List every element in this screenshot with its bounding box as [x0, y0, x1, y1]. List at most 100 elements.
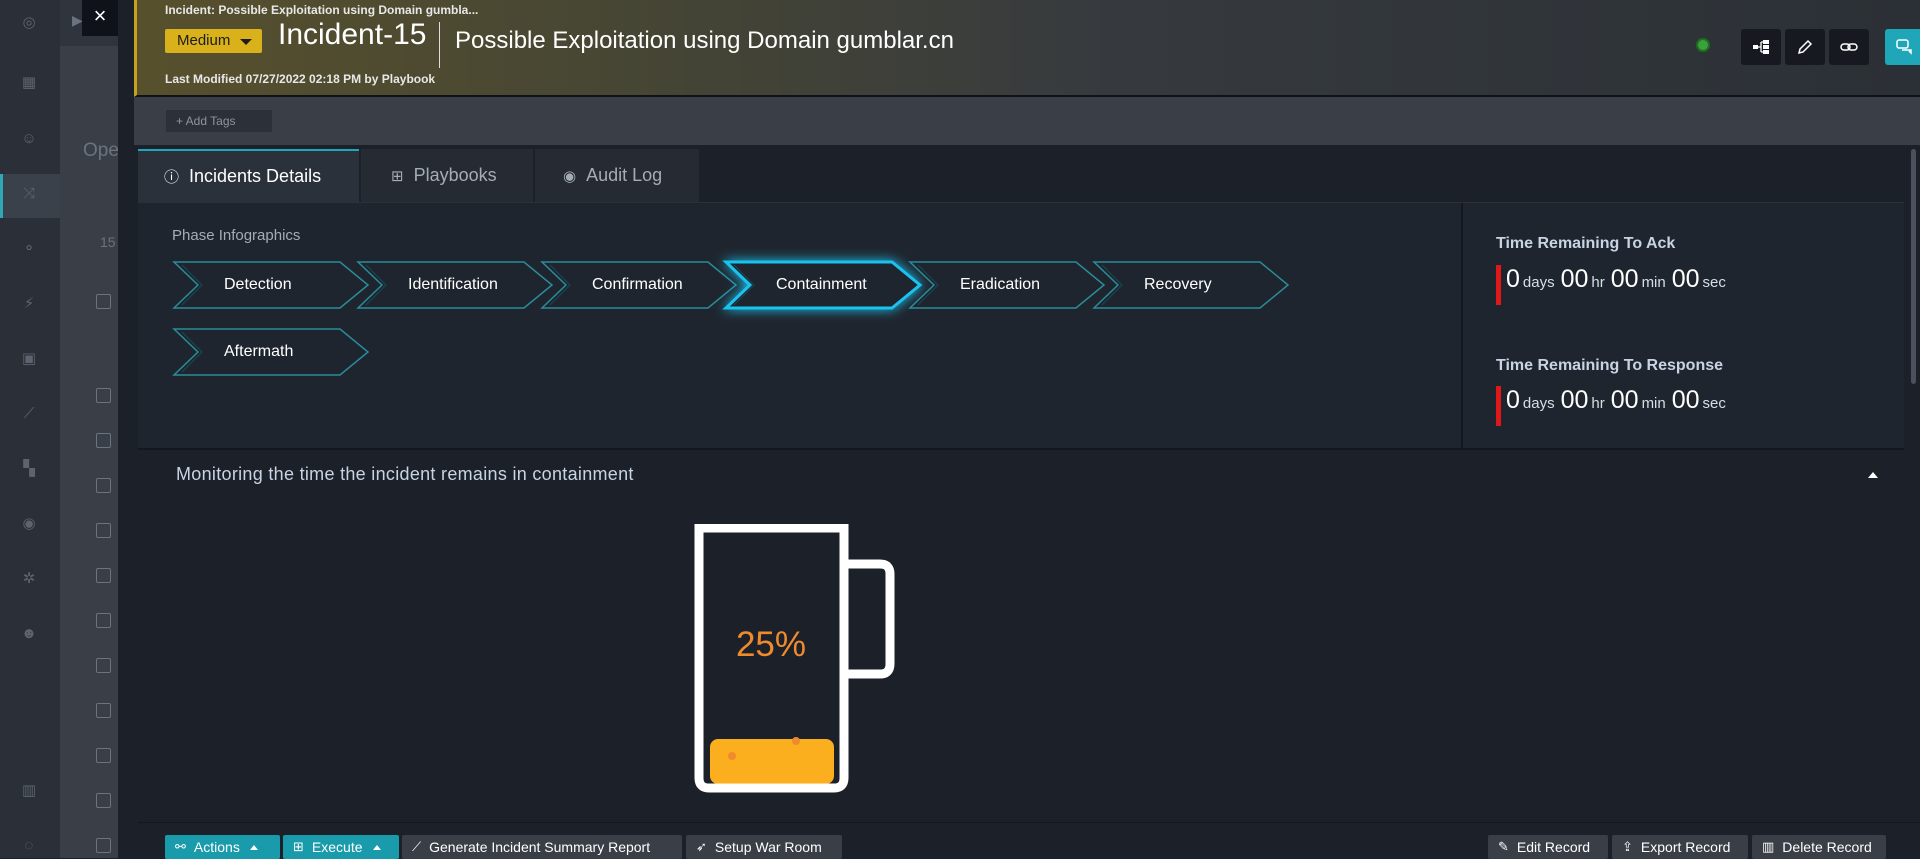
tab-label: Audit Log	[586, 165, 663, 185]
playbook-button[interactable]	[1741, 29, 1781, 65]
chart-icon: ⟋	[23, 405, 35, 422]
info-icon: ⓘ	[164, 169, 180, 186]
row-checkbox	[96, 478, 111, 493]
row-checkbox	[96, 658, 111, 673]
phase-containment[interactable]: Containment	[722, 259, 924, 311]
tab-audit-log[interactable]: ◉ Audit Log	[535, 149, 699, 202]
execute-button[interactable]: ⊞ Execute	[283, 835, 399, 859]
unit-days: days	[1522, 395, 1555, 412]
people-icon: ☻	[21, 625, 37, 642]
chevron-up-icon	[249, 844, 258, 850]
phase-infographics-label: Phase Infographics	[172, 227, 301, 244]
response-minutes: 00	[1610, 386, 1639, 414]
breadcrumb: Incident: Possible Exploitation using Do…	[165, 3, 479, 17]
severity-dropdown[interactable]: Medium	[165, 29, 263, 53]
phase-aftermath[interactable]: Aftermath	[172, 326, 372, 378]
incident-modal: Incident: Possible Exploitation using Do…	[118, 0, 1920, 859]
edit-icon: ✎	[1498, 839, 1509, 854]
phase-identification[interactable]: Identification	[356, 259, 556, 311]
background-sidebar: ◎ ▦ ☺ ⤨ ⚬ ⚡ ▣ ⟋ ▚ ◉ ✲ ☻ ▥ ◌	[0, 0, 60, 858]
row-checkbox	[96, 433, 111, 448]
sla-timers: Time Remaining To Ack 0 days 00 hr 00 min 0…	[1461, 203, 1906, 448]
widgets-icon: ▚	[23, 460, 35, 477]
row-checkbox	[96, 294, 111, 309]
phase-eradication[interactable]: Eradication	[908, 259, 1108, 311]
compass-icon: ◉	[22, 515, 36, 532]
row-checkbox	[96, 748, 111, 763]
phase-detection[interactable]: Detection	[172, 259, 372, 311]
unit-days: days	[1522, 274, 1555, 291]
chat-icon	[1896, 39, 1912, 55]
eye-icon: ◉	[563, 167, 577, 185]
response-days: 0	[1506, 386, 1520, 414]
last-modified: Last Modified 07/27/2022 02:18 PM by Pla…	[165, 72, 436, 86]
collaboration-button[interactable]	[1885, 29, 1920, 65]
phase-label: Confirmation	[592, 276, 683, 293]
containment-monitor: Monitoring the time the incident remains…	[138, 448, 1904, 824]
phase-label: Aftermath	[224, 343, 294, 360]
link-button[interactable]	[1829, 29, 1869, 65]
export-icon: ⇪	[1622, 839, 1633, 854]
response-timer-value: 0 days 00 hr 00 min 00 sec	[1496, 386, 1732, 426]
tab-bar: ⓘ Incidents Details ⊞ Playbooks ◉ Audit …	[138, 149, 1904, 203]
row-checkbox	[96, 613, 111, 628]
edit-button[interactable]	[1785, 29, 1825, 65]
row-checkbox	[96, 838, 111, 853]
bubble	[728, 752, 736, 760]
ack-timer-label: Time Remaining To Ack	[1496, 235, 1676, 252]
title-divider	[439, 22, 440, 68]
tab-label: Incidents Details	[189, 166, 322, 186]
status-indicator-icon	[1696, 38, 1710, 52]
incident-details-panel: Phase Infographics Detection Identificati…	[138, 203, 1904, 448]
actions-button[interactable]: ⚯ Actions	[165, 835, 280, 859]
edit-record-button[interactable]: ✎ Edit Record	[1488, 835, 1608, 859]
phase-label: Identification	[408, 276, 498, 293]
share-icon: ⚬	[22, 240, 36, 257]
generate-summary-report-button[interactable]: ⟋ Generate Incident Summary Report	[402, 835, 682, 859]
unit-sec: sec	[1702, 274, 1726, 291]
row-checkbox	[96, 793, 111, 808]
close-button[interactable]: ×	[82, 0, 118, 36]
trash-icon: ▥	[1762, 839, 1775, 854]
unit-min: min	[1641, 395, 1666, 412]
export-record-button[interactable]: ⇪ Export Record	[1612, 835, 1748, 859]
phase-confirmation[interactable]: Confirmation	[540, 259, 740, 311]
add-tags-button[interactable]: + Add Tags	[166, 110, 272, 132]
tab-incident-details[interactable]: ⓘ Incidents Details	[138, 149, 359, 202]
ack-timer-value: 0 days 00 hr 00 min 00 sec	[1496, 265, 1732, 305]
collapse-icon[interactable]	[1868, 472, 1878, 478]
containment-percent: 25%	[735, 625, 807, 664]
help-icon: ◌	[24, 837, 34, 854]
tab-playbooks[interactable]: ⊞ Playbooks	[361, 149, 533, 202]
phase-label: Containment	[776, 276, 867, 293]
tag-bar: + Add Tags	[134, 97, 1920, 145]
monitor-title: Monitoring the time the incident remains…	[176, 464, 634, 484]
severity-label: Medium	[177, 32, 231, 49]
setup-war-room-button[interactable]: ➶ Setup War Room	[686, 835, 842, 859]
shuffle-icon: ⤨	[22, 185, 35, 202]
response-seconds: 00	[1671, 386, 1700, 414]
response-hours: 00	[1560, 386, 1589, 414]
link-icon: ⚯	[175, 839, 186, 854]
logo-icon: ◎	[22, 14, 36, 31]
scrollbar[interactable]	[1911, 149, 1916, 384]
phase-recovery[interactable]: Recovery	[1092, 259, 1292, 311]
ack-seconds: 00	[1671, 265, 1700, 293]
phase-label: Recovery	[1144, 276, 1212, 293]
incident-header: Incident: Possible Exploitation using Do…	[134, 0, 1920, 97]
delete-record-button[interactable]: ▥ Delete Record	[1752, 835, 1886, 859]
playbook-icon: ⊞	[391, 167, 404, 185]
bolt-icon: ⚡	[23, 295, 35, 312]
trash-icon: ▥	[21, 782, 37, 799]
users-icon: ☺	[21, 130, 37, 147]
mug-gauge: 25%	[694, 523, 914, 794]
settings-icon: ✲	[22, 570, 36, 587]
response-timer-label: Time Remaining To Response	[1496, 357, 1724, 374]
ack-days: 0	[1506, 265, 1520, 293]
delete-label: Delete Record	[1782, 839, 1872, 855]
briefcase-icon: ▣	[21, 350, 37, 367]
chevron-up-icon	[372, 844, 381, 850]
export-label: Export Record	[1640, 839, 1731, 855]
unit-hr: hr	[1591, 395, 1605, 412]
row-checkbox	[96, 703, 111, 718]
